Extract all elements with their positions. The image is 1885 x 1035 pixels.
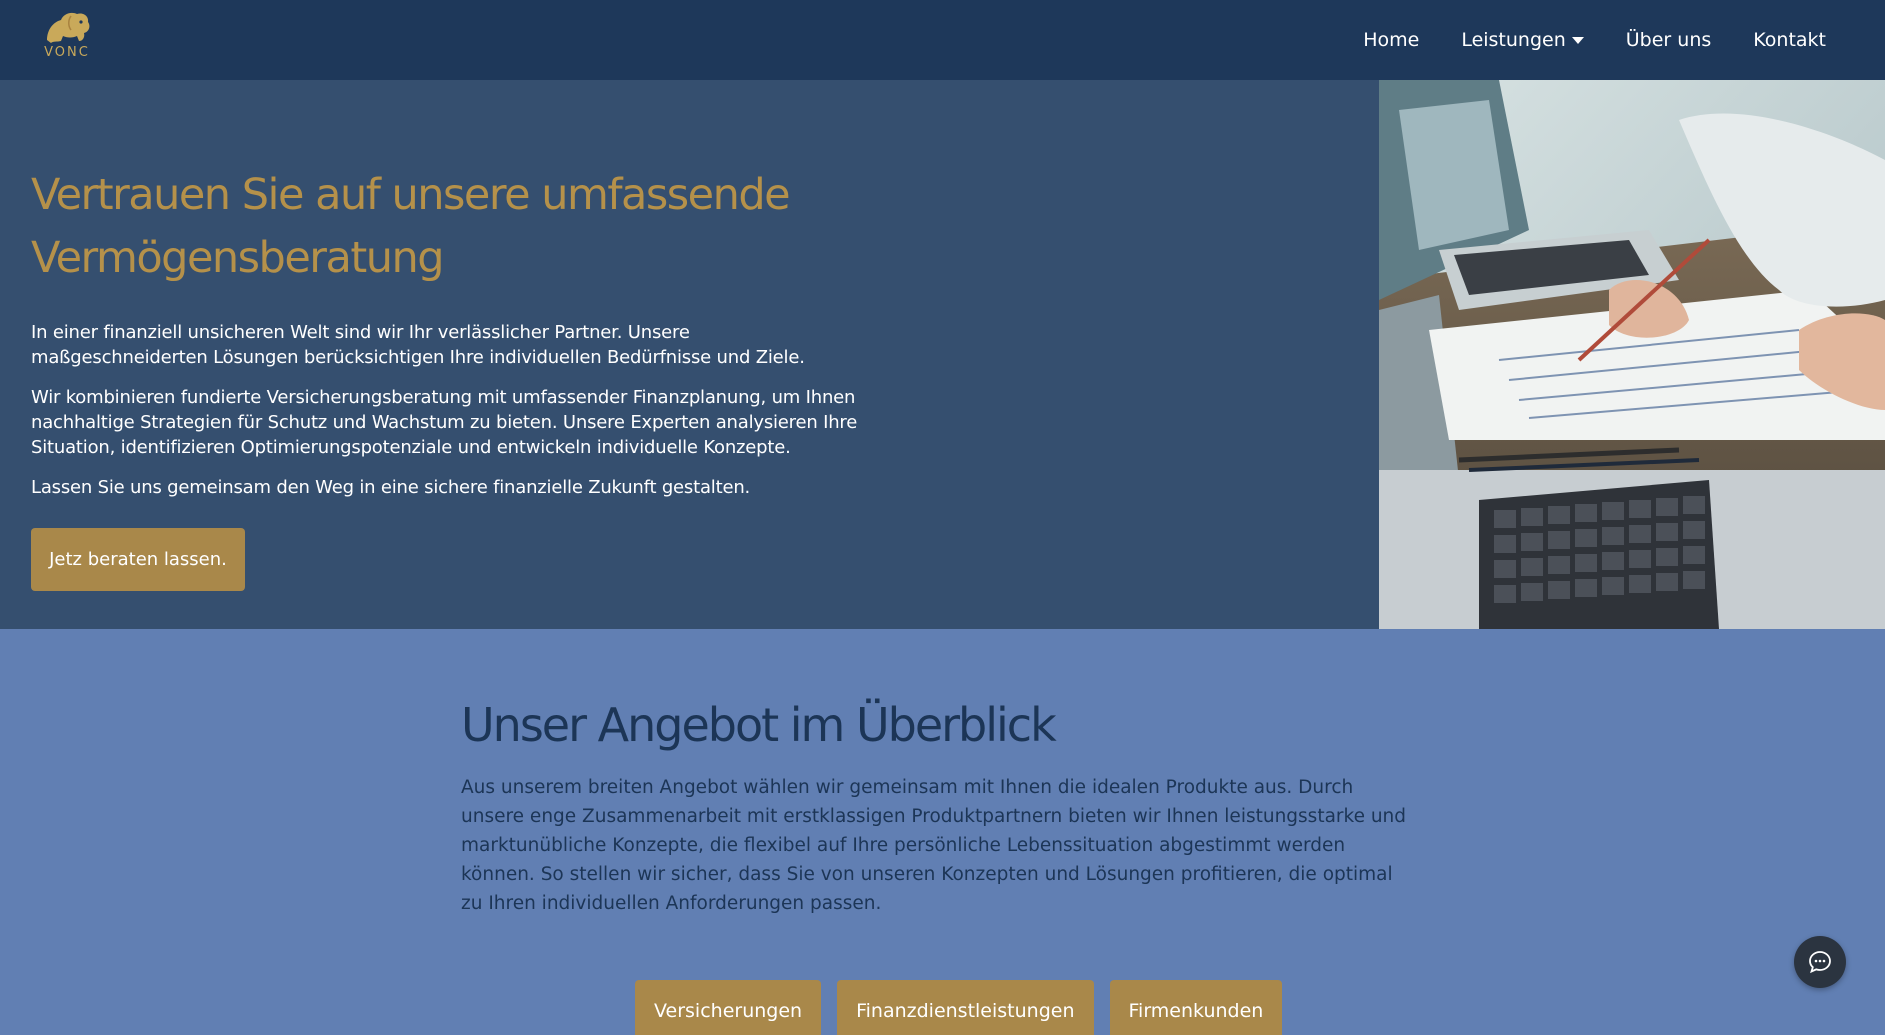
hero-paragraph-2: Wir kombinieren fundierte Versicherungsb… [31, 387, 858, 458]
nav-kontakt-label: Kontakt [1753, 29, 1826, 51]
cta-button[interactable]: Jetz beraten lassen. [31, 528, 245, 591]
hero-text: Vertrauen Sie auf unsere umfassende Verm… [31, 164, 871, 591]
nav-home-label: Home [1363, 29, 1420, 51]
caret-down-icon [1571, 36, 1584, 44]
nav-ueber-uns-label: Über uns [1625, 29, 1712, 51]
hero-paragraph-3: Lassen Sie uns gemeinsam den Weg in eine… [31, 477, 751, 498]
logo-text: VONC [44, 45, 90, 60]
hero-title: Vertrauen Sie auf unsere umfassende Verm… [31, 170, 791, 283]
logo[interactable]: VONC [36, 10, 98, 66]
nav-home[interactable]: Home [1363, 29, 1419, 51]
navbar: VONC Home Leistungen Über uns Kontakt [0, 0, 1885, 80]
overview-text: Aus unserem breiten Angebot wählen wir g… [461, 777, 1407, 914]
nav-leistungen-label: Leistungen [1461, 29, 1566, 51]
chat-button[interactable] [1794, 936, 1846, 988]
tab-firmenkunden[interactable]: Firmenkunden [1109, 980, 1283, 1035]
main-nav: Home Leistungen Über uns Kontakt [1363, 0, 1826, 80]
hero-paragraph-1: In einer finanziell unsicheren Welt sind… [31, 322, 805, 368]
lion-icon [47, 12, 90, 43]
offer-tabs: Versicherungen Finanzdienstleistungen Fi… [635, 980, 1298, 1035]
chat-bubble-icon [1809, 951, 1831, 974]
nav-kontakt[interactable]: Kontakt [1753, 29, 1826, 51]
nav-ueber-uns[interactable]: Über uns [1626, 29, 1712, 51]
nav-leistungen[interactable]: Leistungen [1461, 29, 1584, 51]
overview-title: Unser Angebot im Überblick [461, 698, 1057, 752]
overview-section: Unser Angebot im Überblick Aus unserem b… [461, 690, 1421, 918]
tab-versicherungen[interactable]: Versicherungen [635, 980, 822, 1035]
tab-finanzdienstleistungen[interactable]: Finanzdienstleistungen [837, 980, 1094, 1035]
hero-image [1379, 80, 1885, 629]
